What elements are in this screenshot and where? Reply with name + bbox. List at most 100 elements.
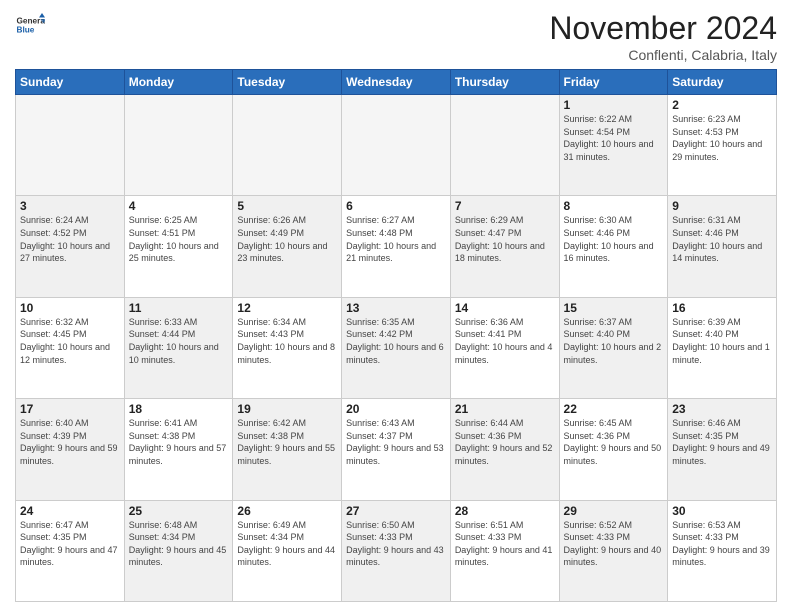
logo: General Blue bbox=[15, 10, 45, 40]
day-info: Sunrise: 6:45 AM Sunset: 4:36 PM Dayligh… bbox=[564, 417, 664, 467]
calendar-header-row: Sunday Monday Tuesday Wednesday Thursday… bbox=[16, 70, 777, 95]
day-number: 16 bbox=[672, 301, 772, 315]
calendar-week-row: 1Sunrise: 6:22 AM Sunset: 4:54 PM Daylig… bbox=[16, 95, 777, 196]
table-row: 5Sunrise: 6:26 AM Sunset: 4:49 PM Daylig… bbox=[233, 196, 342, 297]
day-number: 13 bbox=[346, 301, 446, 315]
day-info: Sunrise: 6:36 AM Sunset: 4:41 PM Dayligh… bbox=[455, 316, 555, 366]
day-number: 15 bbox=[564, 301, 664, 315]
day-number: 12 bbox=[237, 301, 337, 315]
table-row bbox=[124, 95, 233, 196]
day-number: 23 bbox=[672, 402, 772, 416]
svg-text:General: General bbox=[17, 17, 46, 26]
calendar-week-row: 10Sunrise: 6:32 AM Sunset: 4:45 PM Dayli… bbox=[16, 297, 777, 398]
day-number: 17 bbox=[20, 402, 120, 416]
day-info: Sunrise: 6:22 AM Sunset: 4:54 PM Dayligh… bbox=[564, 113, 664, 163]
day-info: Sunrise: 6:43 AM Sunset: 4:37 PM Dayligh… bbox=[346, 417, 446, 467]
day-info: Sunrise: 6:44 AM Sunset: 4:36 PM Dayligh… bbox=[455, 417, 555, 467]
day-number: 2 bbox=[672, 98, 772, 112]
day-number: 30 bbox=[672, 504, 772, 518]
table-row: 11Sunrise: 6:33 AM Sunset: 4:44 PM Dayli… bbox=[124, 297, 233, 398]
day-number: 18 bbox=[129, 402, 229, 416]
calendar-week-row: 17Sunrise: 6:40 AM Sunset: 4:39 PM Dayli… bbox=[16, 399, 777, 500]
table-row bbox=[450, 95, 559, 196]
day-info: Sunrise: 6:29 AM Sunset: 4:47 PM Dayligh… bbox=[455, 214, 555, 264]
day-number: 29 bbox=[564, 504, 664, 518]
header-thursday: Thursday bbox=[450, 70, 559, 95]
day-number: 24 bbox=[20, 504, 120, 518]
table-row: 13Sunrise: 6:35 AM Sunset: 4:42 PM Dayli… bbox=[342, 297, 451, 398]
day-info: Sunrise: 6:48 AM Sunset: 4:34 PM Dayligh… bbox=[129, 519, 229, 569]
table-row: 4Sunrise: 6:25 AM Sunset: 4:51 PM Daylig… bbox=[124, 196, 233, 297]
day-info: Sunrise: 6:49 AM Sunset: 4:34 PM Dayligh… bbox=[237, 519, 337, 569]
title-section: November 2024 Conflenti, Calabria, Italy bbox=[549, 10, 777, 63]
day-number: 19 bbox=[237, 402, 337, 416]
month-title: November 2024 bbox=[549, 10, 777, 47]
svg-text:Blue: Blue bbox=[17, 26, 35, 35]
calendar-week-row: 3Sunrise: 6:24 AM Sunset: 4:52 PM Daylig… bbox=[16, 196, 777, 297]
day-info: Sunrise: 6:25 AM Sunset: 4:51 PM Dayligh… bbox=[129, 214, 229, 264]
subtitle: Conflenti, Calabria, Italy bbox=[549, 47, 777, 63]
day-info: Sunrise: 6:50 AM Sunset: 4:33 PM Dayligh… bbox=[346, 519, 446, 569]
day-number: 22 bbox=[564, 402, 664, 416]
day-info: Sunrise: 6:34 AM Sunset: 4:43 PM Dayligh… bbox=[237, 316, 337, 366]
day-info: Sunrise: 6:39 AM Sunset: 4:40 PM Dayligh… bbox=[672, 316, 772, 366]
day-number: 27 bbox=[346, 504, 446, 518]
day-number: 5 bbox=[237, 199, 337, 213]
table-row: 30Sunrise: 6:53 AM Sunset: 4:33 PM Dayli… bbox=[668, 500, 777, 601]
header-monday: Monday bbox=[124, 70, 233, 95]
table-row bbox=[342, 95, 451, 196]
table-row: 6Sunrise: 6:27 AM Sunset: 4:48 PM Daylig… bbox=[342, 196, 451, 297]
day-number: 3 bbox=[20, 199, 120, 213]
day-number: 7 bbox=[455, 199, 555, 213]
header-friday: Friday bbox=[559, 70, 668, 95]
table-row: 9Sunrise: 6:31 AM Sunset: 4:46 PM Daylig… bbox=[668, 196, 777, 297]
table-row: 28Sunrise: 6:51 AM Sunset: 4:33 PM Dayli… bbox=[450, 500, 559, 601]
table-row: 1Sunrise: 6:22 AM Sunset: 4:54 PM Daylig… bbox=[559, 95, 668, 196]
day-info: Sunrise: 6:32 AM Sunset: 4:45 PM Dayligh… bbox=[20, 316, 120, 366]
day-number: 25 bbox=[129, 504, 229, 518]
day-info: Sunrise: 6:53 AM Sunset: 4:33 PM Dayligh… bbox=[672, 519, 772, 569]
day-info: Sunrise: 6:26 AM Sunset: 4:49 PM Dayligh… bbox=[237, 214, 337, 264]
day-info: Sunrise: 6:35 AM Sunset: 4:42 PM Dayligh… bbox=[346, 316, 446, 366]
day-number: 11 bbox=[129, 301, 229, 315]
table-row: 26Sunrise: 6:49 AM Sunset: 4:34 PM Dayli… bbox=[233, 500, 342, 601]
table-row: 29Sunrise: 6:52 AM Sunset: 4:33 PM Dayli… bbox=[559, 500, 668, 601]
day-info: Sunrise: 6:24 AM Sunset: 4:52 PM Dayligh… bbox=[20, 214, 120, 264]
table-row: 27Sunrise: 6:50 AM Sunset: 4:33 PM Dayli… bbox=[342, 500, 451, 601]
day-number: 6 bbox=[346, 199, 446, 213]
table-row: 25Sunrise: 6:48 AM Sunset: 4:34 PM Dayli… bbox=[124, 500, 233, 601]
day-number: 26 bbox=[237, 504, 337, 518]
table-row: 2Sunrise: 6:23 AM Sunset: 4:53 PM Daylig… bbox=[668, 95, 777, 196]
table-row: 16Sunrise: 6:39 AM Sunset: 4:40 PM Dayli… bbox=[668, 297, 777, 398]
header-tuesday: Tuesday bbox=[233, 70, 342, 95]
table-row: 7Sunrise: 6:29 AM Sunset: 4:47 PM Daylig… bbox=[450, 196, 559, 297]
day-info: Sunrise: 6:33 AM Sunset: 4:44 PM Dayligh… bbox=[129, 316, 229, 366]
header-sunday: Sunday bbox=[16, 70, 125, 95]
header-wednesday: Wednesday bbox=[342, 70, 451, 95]
day-number: 10 bbox=[20, 301, 120, 315]
header-saturday: Saturday bbox=[668, 70, 777, 95]
table-row: 19Sunrise: 6:42 AM Sunset: 4:38 PM Dayli… bbox=[233, 399, 342, 500]
table-row: 17Sunrise: 6:40 AM Sunset: 4:39 PM Dayli… bbox=[16, 399, 125, 500]
day-number: 4 bbox=[129, 199, 229, 213]
day-info: Sunrise: 6:52 AM Sunset: 4:33 PM Dayligh… bbox=[564, 519, 664, 569]
table-row: 15Sunrise: 6:37 AM Sunset: 4:40 PM Dayli… bbox=[559, 297, 668, 398]
day-number: 1 bbox=[564, 98, 664, 112]
day-number: 28 bbox=[455, 504, 555, 518]
table-row bbox=[233, 95, 342, 196]
day-info: Sunrise: 6:47 AM Sunset: 4:35 PM Dayligh… bbox=[20, 519, 120, 569]
table-row: 22Sunrise: 6:45 AM Sunset: 4:36 PM Dayli… bbox=[559, 399, 668, 500]
day-number: 9 bbox=[672, 199, 772, 213]
day-info: Sunrise: 6:46 AM Sunset: 4:35 PM Dayligh… bbox=[672, 417, 772, 467]
table-row: 10Sunrise: 6:32 AM Sunset: 4:45 PM Dayli… bbox=[16, 297, 125, 398]
day-info: Sunrise: 6:51 AM Sunset: 4:33 PM Dayligh… bbox=[455, 519, 555, 569]
table-row: 21Sunrise: 6:44 AM Sunset: 4:36 PM Dayli… bbox=[450, 399, 559, 500]
day-number: 20 bbox=[346, 402, 446, 416]
day-number: 21 bbox=[455, 402, 555, 416]
day-number: 8 bbox=[564, 199, 664, 213]
day-info: Sunrise: 6:40 AM Sunset: 4:39 PM Dayligh… bbox=[20, 417, 120, 467]
table-row: 18Sunrise: 6:41 AM Sunset: 4:38 PM Dayli… bbox=[124, 399, 233, 500]
table-row: 24Sunrise: 6:47 AM Sunset: 4:35 PM Dayli… bbox=[16, 500, 125, 601]
day-info: Sunrise: 6:27 AM Sunset: 4:48 PM Dayligh… bbox=[346, 214, 446, 264]
table-row: 14Sunrise: 6:36 AM Sunset: 4:41 PM Dayli… bbox=[450, 297, 559, 398]
